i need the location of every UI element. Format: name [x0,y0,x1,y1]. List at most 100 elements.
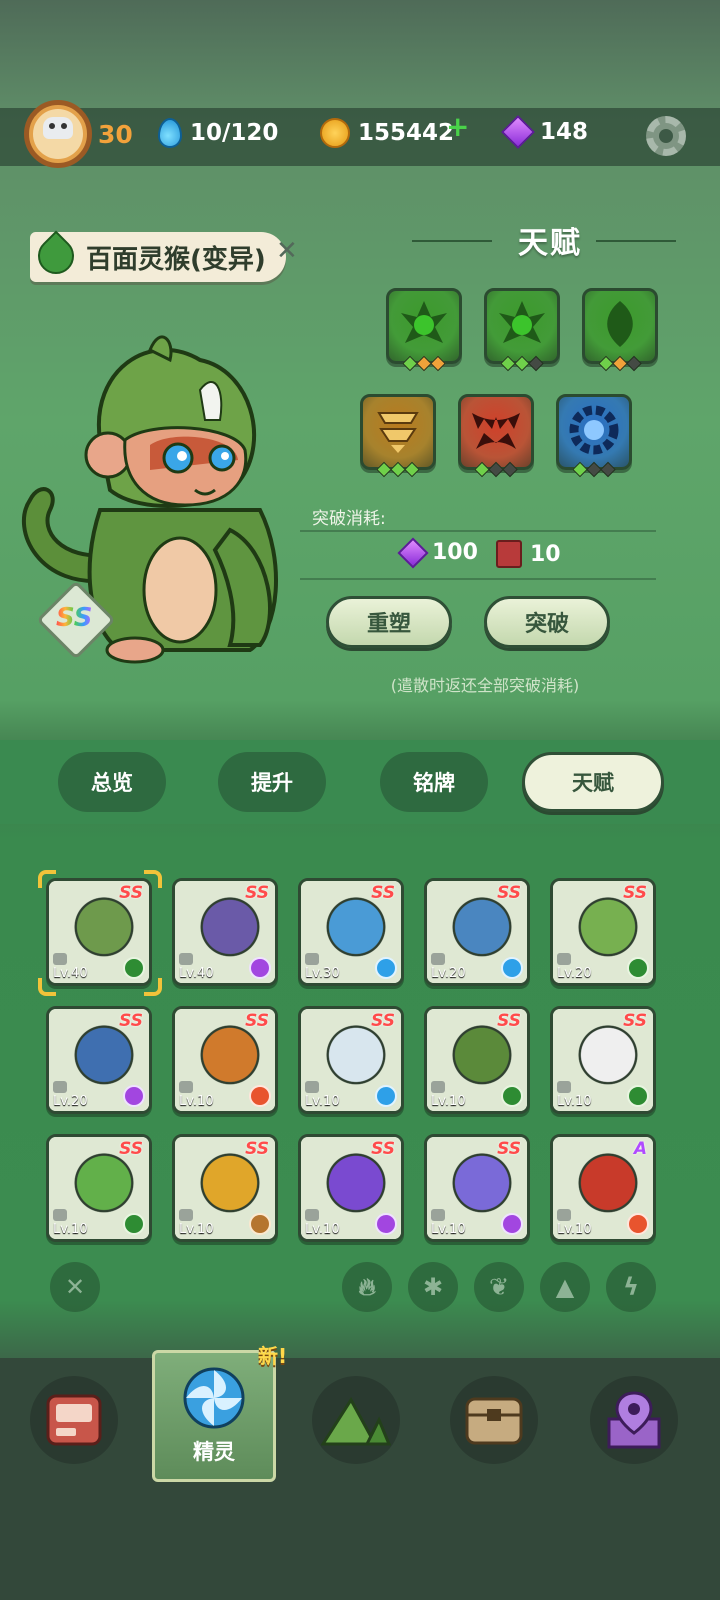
creature-rank: SS [245,1139,269,1159]
lock-icon [557,1081,571,1093]
ice-element-icon [501,957,523,979]
talent-skill-slot[interactable] [386,288,462,372]
cost-divider-top [300,530,656,532]
nav-explore[interactable] [312,1376,400,1464]
cost-books: 10 [496,540,561,568]
tab-nameplate[interactable]: 铭牌 [380,752,488,812]
fire-element-icon [627,1213,649,1235]
talent-level-pips [402,355,446,372]
earth-element-icon [249,1213,271,1235]
tab-overview[interactable]: 总览 [58,752,166,812]
breakthrough-button[interactable]: 突破 [484,596,610,648]
creature-rank: A [633,1139,647,1159]
selection-corner [38,870,56,888]
creature-card[interactable]: SS Lv.40 [46,878,152,986]
leaf-drop-icon [595,297,645,355]
grass-element-icon [123,1213,145,1235]
selection-corner [144,978,162,996]
spiky-leaf-icon [397,297,451,355]
map-pin-icon [607,1391,661,1449]
creature-card[interactable]: SS Lv.40 [172,878,278,986]
tab-upgrade[interactable]: 提升 [218,752,326,812]
lock-icon [305,1209,319,1221]
creature-card[interactable]: SS Lv.20 [46,1006,152,1114]
creature-rank: SS [497,1011,521,1031]
nav-device[interactable] [30,1376,118,1464]
talent-level-pips [598,355,642,372]
grass-icon[interactable]: ❦ [474,1262,524,1312]
cost-divider-bottom [300,578,656,580]
lock-icon [179,1209,193,1221]
creature-level: Lv.10 [431,1094,466,1109]
fire-icon[interactable]: 🔥︎ [342,1262,392,1312]
cost-gems: 100 [397,536,478,569]
creature-rank: SS [371,883,395,903]
earth-icon[interactable]: ▲ [540,1262,590,1312]
creature-card[interactable]: SS Lv.10 [550,1006,656,1114]
elec-element-icon [375,1213,397,1235]
clear-filter-icon[interactable]: ✕ [50,1262,100,1312]
grass-element-icon [627,957,649,979]
spirit-icon [183,1367,245,1429]
lock-icon [179,1081,193,1093]
nav-chest[interactable] [450,1376,538,1464]
creature-card[interactable]: SS Lv.10 [46,1134,152,1242]
talent-skill-slot[interactable] [582,288,658,372]
tab-talent[interactable]: 天赋 [522,752,664,812]
lock-icon [53,953,67,965]
lock-icon [53,1209,67,1221]
cost-gems-value: 100 [432,540,478,565]
talent-skill-slot[interactable] [458,394,534,478]
creature-card[interactable]: A Lv.10 [550,1134,656,1242]
creature-level: Lv.20 [53,1094,88,1109]
electric-icon[interactable]: ϟ [606,1262,656,1312]
creature-rank: SS [497,883,521,903]
creature-card[interactable]: SS Lv.10 [172,1134,278,1242]
lock-icon [179,953,193,965]
creature-card[interactable]: SS Lv.10 [172,1006,278,1114]
creature-rank: SS [119,883,143,903]
coin-value: 155442 [358,120,455,146]
lock-icon [557,953,571,965]
device-icon [46,1394,102,1446]
dismiss-refund-note: (遣散时返还全部突破消耗) [390,676,580,695]
selection-corner [38,978,56,996]
creature-rank: SS [623,883,647,903]
creature-card[interactable]: SS Lv.20 [550,878,656,986]
add-coins-button[interactable]: + [446,110,469,143]
creature-card[interactable]: SS Lv.10 [424,1006,530,1114]
player-avatar[interactable] [24,100,92,168]
talent-skill-slot[interactable] [484,288,560,372]
fire-element-icon [249,1085,271,1107]
name-close-icon[interactable]: ✕ [276,236,298,266]
gem-value: 148 [540,119,589,145]
coin-counter: 155442 [320,118,454,148]
level-pip [528,355,544,372]
nav-map[interactable] [590,1376,678,1464]
talent-skill-slot[interactable] [556,394,632,478]
talent-title: 天赋 [518,226,582,261]
settings-gear-icon[interactable] [646,116,686,156]
energy-counter: 10/120 [158,118,278,148]
creature-card[interactable]: SS Lv.30 [298,878,404,986]
level-pip [626,355,642,372]
level-pip [430,355,446,372]
grass-element-icon [501,1085,523,1107]
creature-level: Lv.20 [557,966,592,981]
creature-level: Lv.10 [305,1094,340,1109]
creature-card[interactable]: SS Lv.10 [424,1134,530,1242]
reshape-button[interactable]: 重塑 [326,596,452,648]
mountain-icon [321,1397,391,1446]
creature-card[interactable]: SS Lv.10 [298,1134,404,1242]
breakthrough-cost-label: 突破消耗: [312,509,386,529]
talent-level-pips [376,461,420,478]
creature-card[interactable]: SS Lv.10 [298,1006,404,1114]
ice-icon[interactable]: ✱ [408,1262,458,1312]
lock-icon [557,1209,571,1221]
talent-level-pips [474,461,518,478]
creature-rank: SS [497,1139,521,1159]
talent-skill-slot[interactable] [360,394,436,478]
creature-card[interactable]: SS Lv.20 [424,878,530,986]
coin-icon [320,118,350,148]
gem-counter: 148 [501,115,589,149]
